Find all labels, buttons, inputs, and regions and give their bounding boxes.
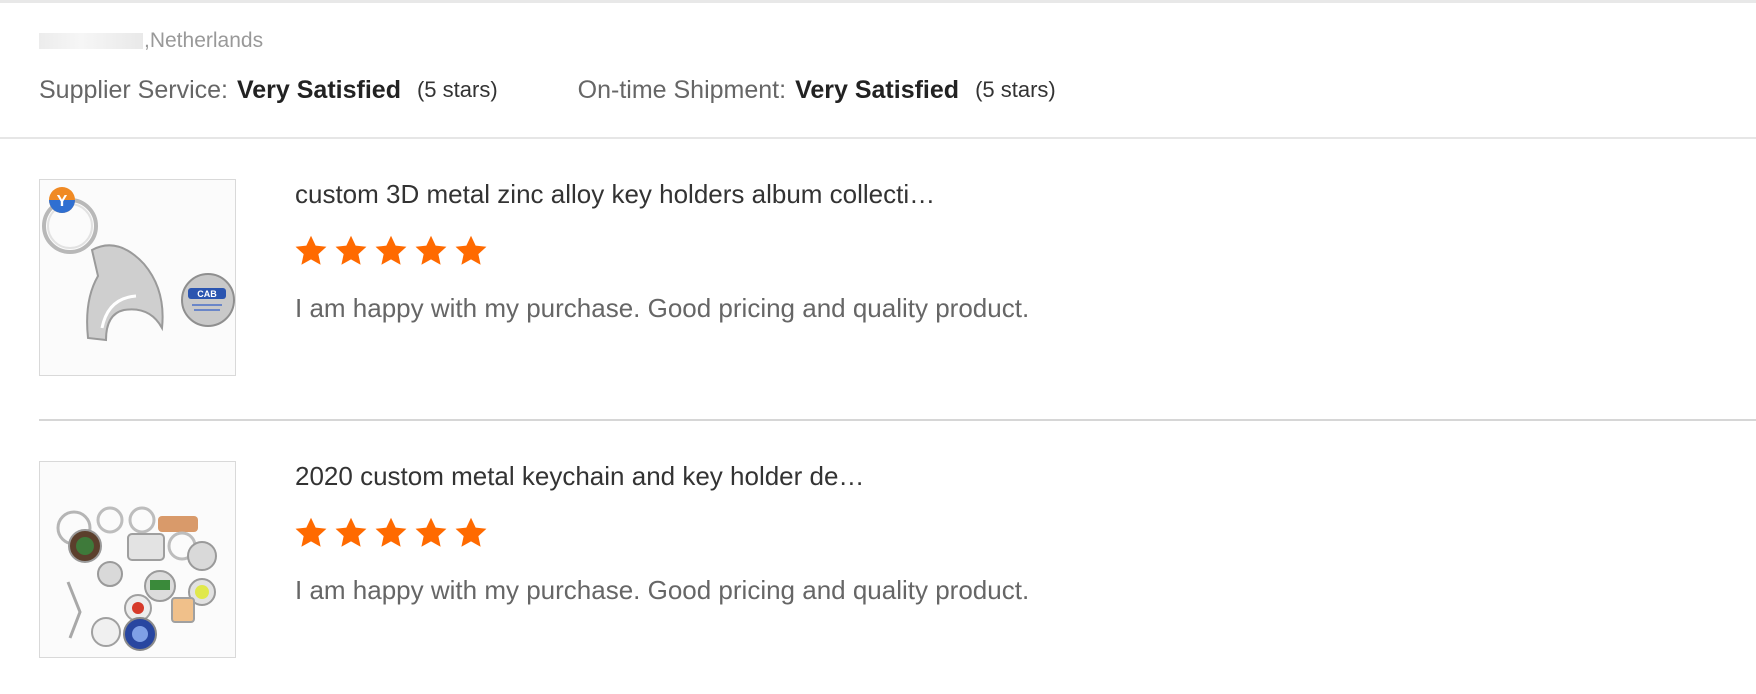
star-icon: [455, 235, 487, 265]
top-divider: [0, 0, 1756, 3]
star-icon: [375, 235, 407, 265]
shipment-stars: (5 stars): [975, 77, 1056, 102]
star-icon: [295, 235, 327, 265]
supplier-service-value: Very Satisfied: [236, 75, 401, 104]
shipment-value: Very Satisfied: [795, 75, 960, 104]
star-icon: [415, 517, 447, 547]
section-divider: [0, 137, 1756, 139]
star-icon: [375, 517, 407, 547]
reviewer-location: ,Netherlands: [144, 29, 264, 52]
supplier-service-label: Supplier Service:: [39, 75, 228, 104]
product-thumbnail[interactable]: [39, 461, 236, 658]
review-comment: I am happy with my purchase. Good pricin…: [295, 575, 1030, 605]
key-holder-image: CAB Y: [40, 180, 235, 375]
review-item: 2020 custom metal keychain and key holde…: [39, 461, 1756, 661]
review-comment: I am happy with my purchase. Good pricin…: [295, 293, 1030, 323]
reviewer-name-masked: [39, 33, 143, 49]
star-icon: [335, 235, 367, 265]
product-thumbnail[interactable]: CAB Y: [39, 179, 236, 376]
product-title[interactable]: 2020 custom metal keychain and key holde…: [295, 461, 864, 492]
thumb-badge: Y: [57, 193, 68, 210]
review-divider: [39, 419, 1756, 421]
keychain-collection-image: [40, 462, 235, 657]
shipment-label: On-time Shipment:: [577, 75, 787, 104]
star-icon: [295, 517, 327, 547]
supplier-ratings-summary: Supplier Service: Very Satisfied (5 star…: [39, 72, 1056, 108]
review-item: CAB Y custom 3D metal zinc alloy key hol…: [39, 179, 1756, 379]
star-icon: [455, 517, 487, 547]
coin-text: CAB: [197, 289, 217, 299]
star-rating: [293, 233, 489, 269]
star-rating: [293, 515, 489, 551]
reviewer-info: ,Netherlands: [39, 28, 263, 54]
product-title[interactable]: custom 3D metal zinc alloy key holders a…: [295, 179, 935, 210]
star-icon: [335, 517, 367, 547]
star-icon: [415, 235, 447, 265]
supplier-service-stars: (5 stars): [416, 77, 498, 102]
